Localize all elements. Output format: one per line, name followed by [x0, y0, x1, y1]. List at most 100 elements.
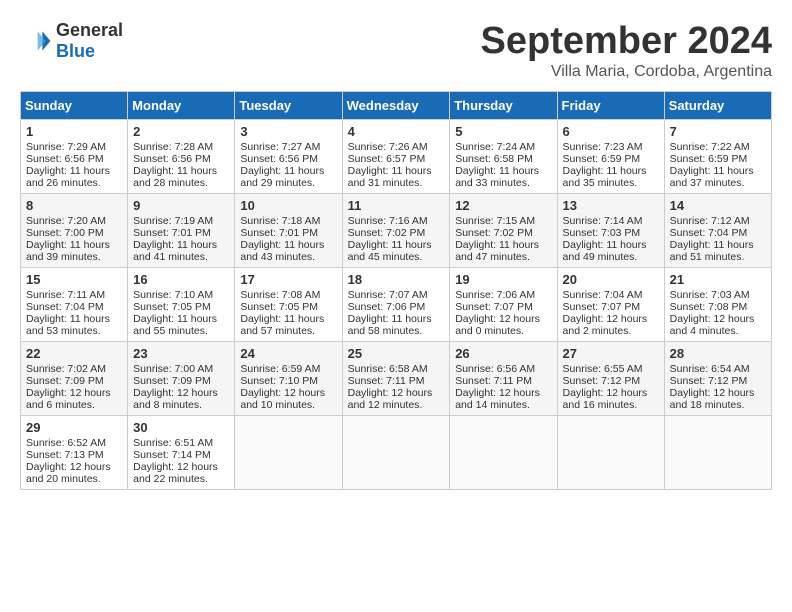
sunset-text: Sunset: 7:01 PM	[133, 227, 229, 239]
sunrise-text: Sunrise: 7:12 AM	[670, 215, 766, 227]
sunset-text: Sunset: 7:10 PM	[240, 375, 336, 387]
day-number: 30	[133, 420, 229, 435]
day-number: 18	[348, 272, 445, 287]
sunset-text: Sunset: 7:06 PM	[348, 301, 445, 313]
page-header: General Blue September 2024 Villa Maria,…	[20, 20, 772, 81]
sunrise-text: Sunrise: 7:22 AM	[670, 141, 766, 153]
calendar-cell: 21Sunrise: 7:03 AMSunset: 7:08 PMDayligh…	[664, 268, 771, 342]
logo-icon	[20, 25, 52, 57]
sunset-text: Sunset: 7:04 PM	[26, 301, 122, 313]
day-number: 8	[26, 198, 122, 213]
calendar-cell: 27Sunrise: 6:55 AMSunset: 7:12 PMDayligh…	[557, 342, 664, 416]
calendar-cell: 13Sunrise: 7:14 AMSunset: 7:03 PMDayligh…	[557, 194, 664, 268]
calendar-cell: 7 Sunrise: 7:22 AMSunset: 6:59 PMDaylight…	[664, 120, 771, 194]
sunrise-text: Sunrise: 7:07 AM	[348, 289, 445, 301]
sunrise-text: Sunrise: 7:28 AM	[133, 141, 229, 153]
logo-text-blue: Blue	[56, 41, 95, 61]
calendar-cell: 20Sunrise: 7:04 AMSunset: 7:07 PMDayligh…	[557, 268, 664, 342]
sunset-text: Sunset: 7:12 PM	[563, 375, 659, 387]
day-number: 1	[26, 124, 122, 139]
sunrise-text: Sunrise: 7:23 AM	[563, 141, 659, 153]
sunset-text: Sunset: 7:08 PM	[670, 301, 766, 313]
sunrise-text: Sunrise: 7:19 AM	[133, 215, 229, 227]
day-of-week-header: Saturday	[664, 92, 771, 120]
sunrise-text: Sunrise: 6:51 AM	[133, 437, 229, 449]
sunrise-text: Sunrise: 6:58 AM	[348, 363, 445, 375]
day-number: 10	[240, 198, 336, 213]
calendar-cell: 23Sunrise: 7:00 AMSunset: 7:09 PMDayligh…	[128, 342, 235, 416]
sunrise-text: Sunrise: 7:04 AM	[563, 289, 659, 301]
calendar-cell: 1Sunrise: 7:29 AMSunset: 6:56 PMDaylight…	[21, 120, 128, 194]
sunset-text: Sunset: 6:56 PM	[240, 153, 336, 165]
day-number: 20	[563, 272, 659, 287]
calendar-cell	[342, 416, 450, 490]
daylight-text: Daylight: 11 hours and 51 minutes.	[670, 239, 766, 263]
sunrise-text: Sunrise: 7:08 AM	[240, 289, 336, 301]
calendar-cell: 25Sunrise: 6:58 AMSunset: 7:11 PMDayligh…	[342, 342, 450, 416]
calendar-cell: 9Sunrise: 7:19 AMSunset: 7:01 PMDaylight…	[128, 194, 235, 268]
day-of-week-header: Wednesday	[342, 92, 450, 120]
daylight-text: Daylight: 12 hours and 22 minutes.	[133, 461, 229, 485]
calendar-cell: 15Sunrise: 7:11 AMSunset: 7:04 PMDayligh…	[21, 268, 128, 342]
calendar-cell: 17Sunrise: 7:08 AMSunset: 7:05 PMDayligh…	[235, 268, 342, 342]
daylight-text: Daylight: 11 hours and 53 minutes.	[26, 313, 122, 337]
calendar-cell: 29 Sunrise: 6:52 AMSunset: 7:13 PMDayligh…	[21, 416, 128, 490]
sunset-text: Sunset: 7:03 PM	[563, 227, 659, 239]
day-number: 7	[670, 124, 766, 139]
sunset-text: Sunset: 7:02 PM	[348, 227, 445, 239]
daylight-text: Daylight: 11 hours and 58 minutes.	[348, 313, 445, 337]
calendar-cell: 11Sunrise: 7:16 AMSunset: 7:02 PMDayligh…	[342, 194, 450, 268]
calendar-cell: 14Sunrise: 7:12 AMSunset: 7:04 PMDayligh…	[664, 194, 771, 268]
sunrise-text: Sunrise: 7:29 AM	[26, 141, 122, 153]
daylight-text: Daylight: 11 hours and 45 minutes.	[348, 239, 445, 263]
logo: General Blue	[20, 20, 123, 62]
sunset-text: Sunset: 6:56 PM	[26, 153, 122, 165]
calendar-cell: 30 Sunrise: 6:51 AMSunset: 7:14 PMDayligh…	[128, 416, 235, 490]
calendar-cell: 16Sunrise: 7:10 AMSunset: 7:05 PMDayligh…	[128, 268, 235, 342]
calendar-cell: 4Sunrise: 7:26 AMSunset: 6:57 PMDaylight…	[342, 120, 450, 194]
sunset-text: Sunset: 7:07 PM	[455, 301, 551, 313]
sunrise-text: Sunrise: 7:14 AM	[563, 215, 659, 227]
daylight-text: Daylight: 12 hours and 20 minutes.	[26, 461, 122, 485]
calendar-cell	[450, 416, 557, 490]
sunset-text: Sunset: 6:59 PM	[670, 153, 766, 165]
calendar-cell: 2Sunrise: 7:28 AMSunset: 6:56 PMDaylight…	[128, 120, 235, 194]
daylight-text: Daylight: 11 hours and 55 minutes.	[133, 313, 229, 337]
daylight-text: Daylight: 11 hours and 37 minutes.	[670, 165, 766, 189]
sunset-text: Sunset: 7:11 PM	[455, 375, 551, 387]
calendar-cell: 10Sunrise: 7:18 AMSunset: 7:01 PMDayligh…	[235, 194, 342, 268]
sunrise-text: Sunrise: 7:27 AM	[240, 141, 336, 153]
daylight-text: Daylight: 12 hours and 8 minutes.	[133, 387, 229, 411]
calendar-cell	[557, 416, 664, 490]
sunset-text: Sunset: 7:09 PM	[133, 375, 229, 387]
daylight-text: Daylight: 12 hours and 2 minutes.	[563, 313, 659, 337]
calendar-cell: 28Sunrise: 6:54 AMSunset: 7:12 PMDayligh…	[664, 342, 771, 416]
sunset-text: Sunset: 7:04 PM	[670, 227, 766, 239]
sunset-text: Sunset: 6:58 PM	[455, 153, 551, 165]
day-number: 26	[455, 346, 551, 361]
day-number: 9	[133, 198, 229, 213]
daylight-text: Daylight: 11 hours and 43 minutes.	[240, 239, 336, 263]
sunset-text: Sunset: 7:11 PM	[348, 375, 445, 387]
daylight-text: Daylight: 11 hours and 31 minutes.	[348, 165, 445, 189]
sunrise-text: Sunrise: 7:20 AM	[26, 215, 122, 227]
sunset-text: Sunset: 7:13 PM	[26, 449, 122, 461]
daylight-text: Daylight: 12 hours and 0 minutes.	[455, 313, 551, 337]
daylight-text: Daylight: 11 hours and 39 minutes.	[26, 239, 122, 263]
day-number: 29	[26, 420, 122, 435]
day-number: 22	[26, 346, 122, 361]
daylight-text: Daylight: 12 hours and 14 minutes.	[455, 387, 551, 411]
daylight-text: Daylight: 11 hours and 49 minutes.	[563, 239, 659, 263]
day-of-week-header: Friday	[557, 92, 664, 120]
day-number: 6	[563, 124, 659, 139]
sunrise-text: Sunrise: 7:16 AM	[348, 215, 445, 227]
sunset-text: Sunset: 7:01 PM	[240, 227, 336, 239]
sunset-text: Sunset: 7:14 PM	[133, 449, 229, 461]
sunset-text: Sunset: 7:05 PM	[133, 301, 229, 313]
sunrise-text: Sunrise: 6:52 AM	[26, 437, 122, 449]
day-number: 27	[563, 346, 659, 361]
day-number: 2	[133, 124, 229, 139]
day-number: 28	[670, 346, 766, 361]
daylight-text: Daylight: 12 hours and 6 minutes.	[26, 387, 122, 411]
sunset-text: Sunset: 7:12 PM	[670, 375, 766, 387]
